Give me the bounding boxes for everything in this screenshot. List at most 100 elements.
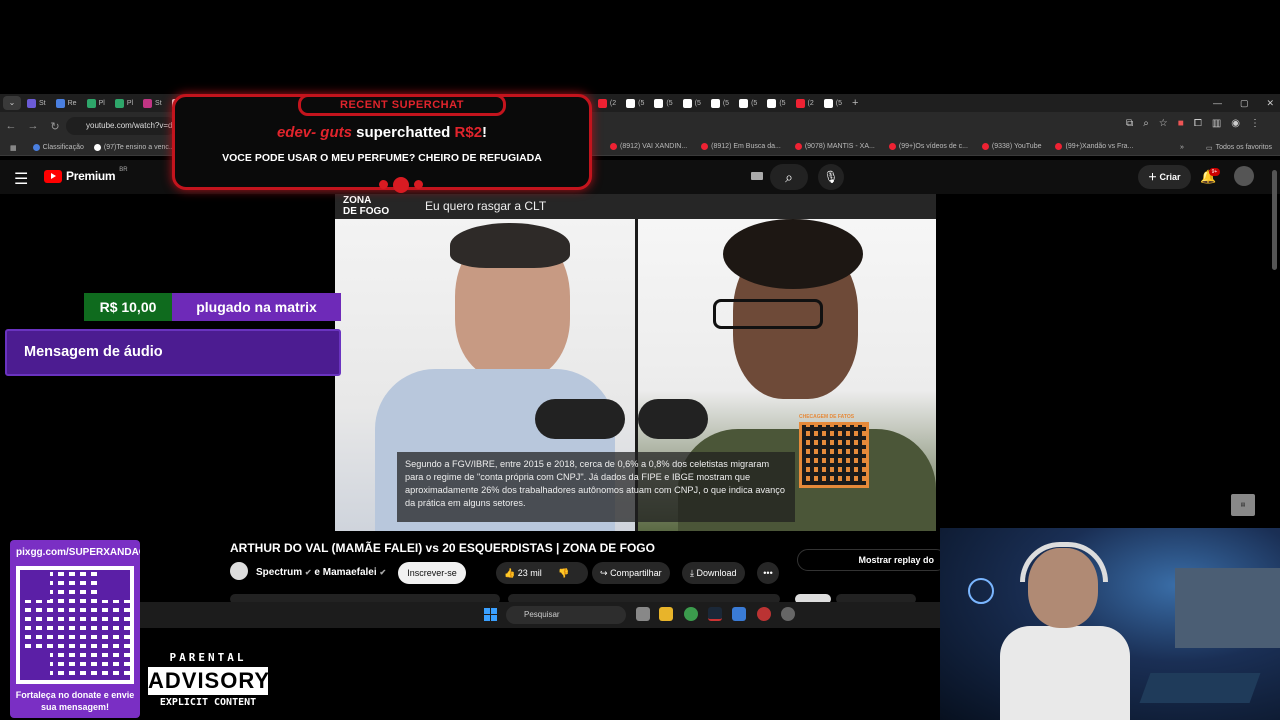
browser-tab[interactable]: (5 <box>622 96 648 110</box>
browser-tab[interactable]: St <box>139 96 166 110</box>
more-actions-button[interactable]: ••• <box>757 562 779 584</box>
zoom-icon[interactable]: ⌕ <box>1143 118 1149 129</box>
install-app-icon[interactable]: ⧉ <box>1126 118 1133 129</box>
obs-icon[interactable] <box>757 607 771 621</box>
profile-icon[interactable]: ◉ <box>1231 118 1240 129</box>
browser-tab[interactable]: Pl <box>83 96 109 110</box>
app-icon[interactable] <box>732 607 746 621</box>
bookmark-item[interactable]: (97)Te ensino a venc... <box>93 144 175 151</box>
bookmark-item[interactable]: (9078) MANTIS - XA... <box>794 143 875 150</box>
tab-label: (5 <box>722 99 730 107</box>
browser-tab[interactable]: (5 <box>763 96 789 110</box>
channel-avatar[interactable] <box>230 562 248 580</box>
browser-tab[interactable]: (5 <box>820 96 846 110</box>
minimize-icon[interactable]: — <box>1213 98 1222 108</box>
browser-tab[interactable]: (5 <box>679 96 705 110</box>
settings-gear-icon[interactable] <box>781 607 795 621</box>
tab-label: Pl <box>126 99 134 107</box>
back-arrow-icon[interactable]: ← <box>0 120 22 132</box>
webcam-monitor <box>1175 568 1280 648</box>
streamer-webcam <box>940 528 1280 720</box>
browser-tab[interactable]: Re <box>52 96 81 110</box>
show-chat-replay-button[interactable]: Mostrar replay do <box>797 549 947 571</box>
tab-label: (5 <box>779 99 786 107</box>
star-icon[interactable]: ☆ <box>1159 118 1168 129</box>
forward-arrow-icon[interactable]: → <box>22 120 44 132</box>
webcam-keyboard <box>1139 673 1261 703</box>
fact-check-caption: Segundo a FGV/IBRE, entre 2015 e 2018, c… <box>397 452 795 522</box>
microphone-icon[interactable]: 🎙 <box>818 164 844 190</box>
bookmark-item[interactable]: (99+)Xandão vs Fra... <box>1055 143 1133 150</box>
avatar[interactable] <box>1234 166 1254 186</box>
new-tab-button[interactable]: + <box>852 97 858 109</box>
qr-label: CHECAGEM DE FATOS <box>799 414 855 420</box>
browser-tab[interactable]: Pl <box>111 96 137 110</box>
pix-qr-code <box>16 566 134 684</box>
share-icon: ↪ <box>600 568 608 578</box>
share-button[interactable]: ↪ Compartilhar <box>592 562 670 584</box>
bookmark-item[interactable]: (99+)Os vídeos de c... <box>888 143 968 150</box>
tab-label: St <box>39 99 46 107</box>
maximize-icon[interactable]: ▢ <box>1240 98 1249 109</box>
tab-favicon-icon <box>86 98 96 108</box>
channel-names[interactable]: Spectrum ✔ e Mamaefalei ✔ <box>256 567 386 578</box>
tab-favicon-icon <box>795 98 805 108</box>
headset-icon <box>1020 542 1108 582</box>
menu-dots-icon[interactable]: ⋮ <box>1250 118 1260 129</box>
bookmarks-more-button[interactable]: » <box>1180 144 1184 151</box>
extension-red-icon[interactable]: ■ <box>1178 118 1184 129</box>
windows-start-icon[interactable] <box>484 608 497 621</box>
youtube-favicon-icon <box>888 143 896 150</box>
subscribe-button[interactable]: Inscrever-se <box>398 562 466 584</box>
extensions-icon[interactable]: ⧠ <box>1194 118 1202 129</box>
taskbar-search-input[interactable]: Pesquisar <box>506 606 626 624</box>
verified-icon: ✔ <box>379 568 387 577</box>
fact-check-qr-code <box>799 422 869 488</box>
youtube-logo[interactable]: Premium BR <box>44 167 128 183</box>
like-dislike-button[interactable]: 👍 23 mil 👎 <box>496 562 588 584</box>
tab-label: (2 <box>609 99 617 107</box>
bookmark-item[interactable]: (9338) YouTube <box>981 143 1041 150</box>
browser-tab[interactable]: (5 <box>650 96 676 110</box>
browser-toolbar-icons: ⧉ ⌕ ☆ ■ ⧠ ▥ ◉ ⋮ <box>1126 118 1260 129</box>
browser-tab[interactable]: (5 <box>707 96 733 110</box>
apps-grid-icon[interactable]: ▦ <box>10 144 17 152</box>
bookmark-item[interactable]: (8912) Em Busca da... <box>701 143 781 150</box>
chrome-icon[interactable] <box>684 607 698 621</box>
steam-icon[interactable] <box>708 607 722 621</box>
browser-tab[interactable]: (5 <box>735 96 761 110</box>
pix-url: pixgg.com/SUPERXANDAO <box>16 547 140 558</box>
person-right-glasses <box>713 299 823 329</box>
browser-tab[interactable]: St <box>23 96 50 110</box>
zona-de-fogo-logo: ZONA DE FOGO <box>343 195 390 217</box>
watermark-icon: ▤ <box>1231 494 1255 516</box>
search-icon[interactable]: ⌕ <box>770 164 808 190</box>
sidebar-icon[interactable]: ▥ <box>1212 118 1221 129</box>
tab-favicon-icon <box>597 98 607 108</box>
tab-list-chevron-icon[interactable]: ⌄ <box>3 96 21 110</box>
download-button[interactable]: ⤓ Download <box>682 562 745 584</box>
video-player[interactable]: ZONA DE FOGO Eu quero rasgar a CLT Segun… <box>335 194 936 531</box>
thumbs-up-icon[interactable]: 👍 <box>504 568 515 578</box>
thumbs-down-icon[interactable]: 👎 <box>558 568 569 578</box>
keyboard-icon[interactable] <box>751 172 763 180</box>
audio-message-label: Mensagem de áudio <box>5 329 341 376</box>
close-icon[interactable]: ✕ <box>1266 98 1274 109</box>
bookmark-item[interactable]: (8912) VAI XANDIN... <box>610 143 687 150</box>
browser-tab[interactable]: (2 <box>594 96 620 110</box>
youtube-favicon-icon <box>1055 143 1063 150</box>
youtube-favicon-icon <box>701 143 709 150</box>
menu-icon[interactable]: ☰ <box>14 169 28 189</box>
scrollbar[interactable] <box>1272 170 1277 270</box>
pix-cta: Fortaleça no donate e envie sua mensagem… <box>15 690 135 712</box>
file-explorer-icon[interactable] <box>659 607 673 621</box>
all-favorites-folder[interactable]: ▭ Todos os favoritos <box>1206 144 1272 152</box>
create-button[interactable]: ＋ Criar <box>1138 165 1191 189</box>
url-input[interactable]: youtube.com/watch?v=d <box>66 117 176 135</box>
tab-label: (5 <box>835 99 843 107</box>
reload-icon[interactable]: ↻ <box>44 120 66 133</box>
browser-tab[interactable]: (2 <box>792 96 818 110</box>
tab-label: (5 <box>666 99 673 107</box>
task-view-icon[interactable] <box>636 607 650 621</box>
bookmark-item[interactable]: Classificação <box>32 144 84 151</box>
